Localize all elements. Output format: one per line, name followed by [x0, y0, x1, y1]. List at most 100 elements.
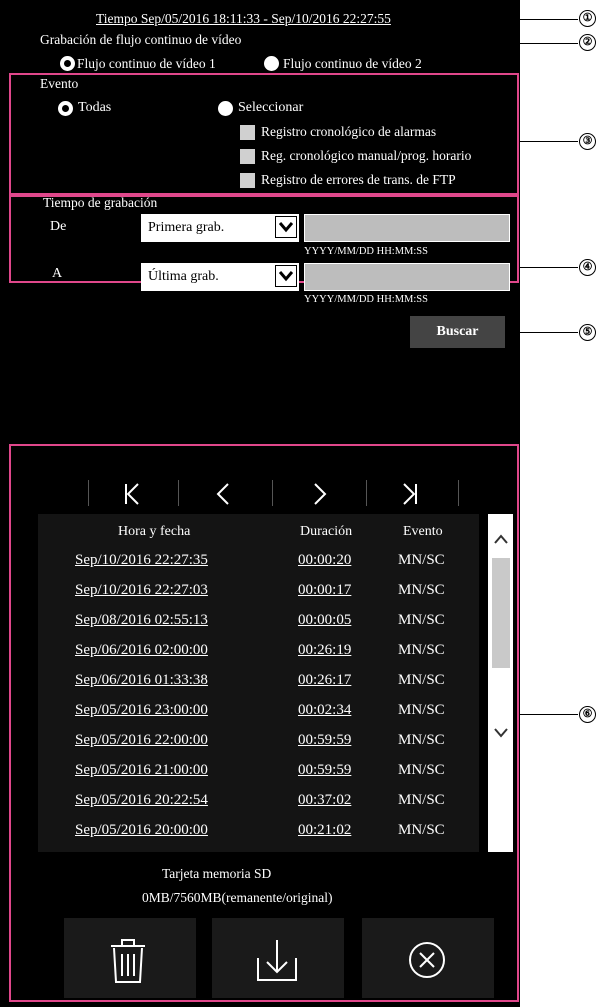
- table-row[interactable]: Sep/05/2016 23:00:00 00:02:34 MN/SC: [38, 696, 479, 726]
- sd-card-capacity: 0MB/7560MB(remanente/original): [142, 890, 333, 905]
- row-duration-link[interactable]: 00:00:05: [298, 612, 351, 629]
- header-event: Evento: [403, 524, 443, 539]
- table-row[interactable]: Sep/08/2016 02:55:13 00:00:05 MN/SC: [38, 606, 479, 636]
- row-datetime-link[interactable]: Sep/10/2016 22:27:35: [75, 552, 208, 569]
- manual-log-checkbox[interactable]: [240, 149, 255, 164]
- scroll-thumb[interactable]: [492, 558, 510, 668]
- table-row[interactable]: Sep/05/2016 19:00:0000:59:59MN/SC: [38, 846, 479, 852]
- ftp-error-checkbox[interactable]: [240, 173, 255, 188]
- download-button[interactable]: [212, 918, 344, 998]
- results-table: Hora y fecha Duración Evento Sep/10/2016…: [38, 514, 479, 852]
- alarm-log-checkbox[interactable]: [240, 125, 255, 140]
- cancel-button[interactable]: [362, 918, 494, 998]
- row-datetime-link[interactable]: Sep/05/2016 21:00:00: [75, 762, 208, 779]
- nav-separator: [458, 480, 459, 506]
- from-label: De: [50, 219, 67, 234]
- row-datetime-link[interactable]: Sep/05/2016 22:00:00: [75, 732, 208, 749]
- cancel-icon: [409, 942, 445, 978]
- row-event: MN/SC: [398, 672, 445, 688]
- table-row[interactable]: Sep/05/2016 20:22:54 00:37:02 MN/SC: [38, 786, 479, 816]
- callout-line-1: [440, 19, 578, 20]
- event-select-label[interactable]: Seleccionar: [238, 100, 303, 116]
- stream-section-title: Grabación de flujo continuo de vídeo: [40, 32, 242, 47]
- row-duration-link[interactable]: 00:21:02: [298, 822, 351, 839]
- row-duration-link[interactable]: 00:26:17: [298, 672, 351, 689]
- chevron-up-icon[interactable]: [493, 532, 509, 550]
- row-datetime-link[interactable]: Sep/05/2016 23:00:00: [75, 702, 208, 719]
- event-section-title: Evento: [40, 76, 79, 91]
- callout-line-6: [519, 714, 578, 715]
- header-duration: Duración: [300, 524, 353, 539]
- next-page-icon[interactable]: [300, 478, 340, 510]
- sd-card-title: Tarjeta memoria SD: [162, 866, 272, 881]
- row-event: MN/SC: [398, 822, 445, 838]
- row-event: MN/SC: [398, 702, 445, 718]
- to-label: A: [52, 266, 63, 281]
- row-duration-link[interactable]: 00:59:59: [298, 732, 351, 749]
- recording-time-title: Tiempo de grabación: [43, 195, 158, 210]
- callout-4: ④: [579, 259, 596, 276]
- row-event: MN/SC: [398, 552, 445, 568]
- table-row[interactable]: Sep/06/2016 01:33:38 00:26:17 MN/SC: [38, 666, 479, 696]
- alarm-log-label[interactable]: Registro cronológico de alarmas: [261, 124, 436, 140]
- manual-log-label[interactable]: Reg. cronológico manual/prog. horario: [261, 148, 471, 164]
- nav-separator: [272, 480, 273, 506]
- table-row[interactable]: Sep/05/2016 22:00:00 00:59:59 MN/SC: [38, 726, 479, 756]
- row-duration-link[interactable]: 00:02:34: [298, 702, 351, 719]
- row-duration-link[interactable]: 00:00:17: [298, 582, 351, 599]
- first-page-icon[interactable]: [112, 478, 152, 510]
- event-select-radio[interactable]: [218, 101, 233, 116]
- ftp-error-label[interactable]: Registro de errores de trans. de FTP: [261, 172, 456, 188]
- download-icon: [257, 940, 297, 981]
- row-duration-link[interactable]: 00:26:19: [298, 642, 351, 659]
- to-datetime-input[interactable]: [304, 263, 510, 291]
- row-duration-link[interactable]: 00:37:02: [298, 792, 351, 809]
- chevron-down-icon[interactable]: [493, 726, 509, 744]
- nav-separator: [178, 480, 179, 506]
- search-panel: Tiempo Sep/05/2016 18:11:33 - Sep/10/201…: [0, 0, 520, 1007]
- table-row[interactable]: Sep/10/2016 22:27:35 00:00:20 MN/SC: [38, 546, 479, 576]
- to-select[interactable]: Última grab.: [141, 263, 299, 291]
- event-all-radio[interactable]: [58, 101, 73, 116]
- header-datetime: Hora y fecha: [118, 524, 191, 539]
- nav-separator: [366, 480, 367, 506]
- table-row[interactable]: Sep/10/2016 22:27:03 00:00:17 MN/SC: [38, 576, 479, 606]
- row-event: MN/SC: [398, 582, 445, 598]
- callout-5: ⑤: [579, 324, 596, 341]
- last-page-icon[interactable]: [390, 478, 430, 510]
- prev-page-icon[interactable]: [203, 478, 243, 510]
- callout-3: ③: [579, 133, 596, 150]
- row-datetime-link[interactable]: Sep/08/2016 02:55:13: [75, 612, 208, 629]
- row-event: MN/SC: [398, 612, 445, 628]
- stream1-label[interactable]: Flujo continuo de vídeo 1: [77, 56, 216, 72]
- event-all-label[interactable]: Todas: [78, 100, 111, 116]
- callout-line-5: [505, 332, 578, 333]
- row-datetime-link[interactable]: Sep/10/2016 22:27:03: [75, 582, 208, 599]
- chevron-down-icon: [275, 216, 297, 238]
- callout-1: ①: [579, 10, 596, 27]
- delete-button[interactable]: [64, 918, 196, 998]
- callout-6: ⑥: [579, 706, 596, 723]
- row-datetime-link[interactable]: Sep/05/2016 20:22:54: [75, 792, 208, 809]
- stream2-radio[interactable]: [264, 56, 279, 71]
- row-event: MN/SC: [398, 762, 445, 778]
- stream2-label[interactable]: Flujo continuo de vídeo 2: [283, 56, 422, 72]
- stream1-radio[interactable]: [60, 56, 75, 71]
- table-row[interactable]: Sep/05/2016 21:00:00 00:59:59 MN/SC: [38, 756, 479, 786]
- table-row[interactable]: Sep/06/2016 02:00:00 00:26:19 MN/SC: [38, 636, 479, 666]
- scrollbar[interactable]: [488, 514, 513, 852]
- row-duration-link[interactable]: 00:59:59: [298, 762, 351, 779]
- trash-icon: [111, 939, 145, 983]
- chevron-down-icon: [275, 265, 297, 287]
- row-duration-link[interactable]: 00:00:20: [298, 552, 351, 569]
- row-event: MN/SC: [398, 732, 445, 748]
- from-datetime-input[interactable]: [304, 214, 510, 242]
- row-event: MN/SC: [398, 642, 445, 658]
- search-button[interactable]: Buscar: [410, 316, 505, 348]
- callout-2: ②: [579, 34, 596, 51]
- row-datetime-link[interactable]: Sep/06/2016 02:00:00: [75, 642, 208, 659]
- row-datetime-link[interactable]: Sep/06/2016 01:33:38: [75, 672, 208, 689]
- table-row[interactable]: Sep/05/2016 20:00:00 00:21:02 MN/SC: [38, 816, 479, 846]
- row-datetime-link[interactable]: Sep/05/2016 20:00:00: [75, 822, 208, 839]
- from-select[interactable]: Primera grab.: [141, 214, 299, 242]
